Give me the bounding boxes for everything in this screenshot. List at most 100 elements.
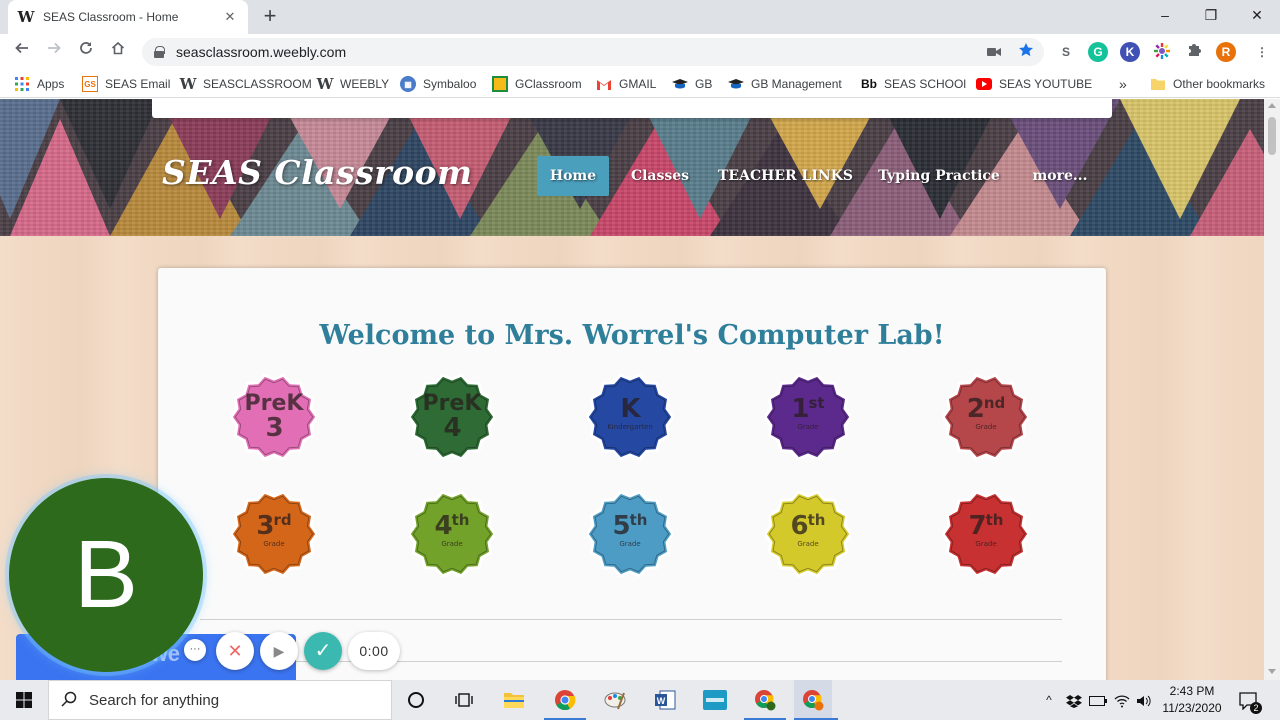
chrome-profile-b-icon[interactable] bbox=[751, 686, 779, 714]
chrome-profile-r-icon[interactable] bbox=[794, 680, 832, 720]
grade-label: 4th Grade bbox=[409, 513, 495, 548]
task-view-icon[interactable] bbox=[450, 686, 478, 714]
bookmark-gb-management[interactable]: GB Management bbox=[728, 76, 842, 92]
grade-suffix: th bbox=[629, 511, 648, 529]
bookmark-gclassroom[interactable]: GClassroom bbox=[492, 76, 582, 92]
chrome-menu-icon[interactable]: ⋮ bbox=[1252, 42, 1272, 62]
battery-icon[interactable] bbox=[1088, 680, 1108, 720]
scroll-up-icon[interactable] bbox=[1268, 103, 1276, 108]
bookmark-gmail[interactable]: GMAIL bbox=[596, 76, 656, 92]
bookmark-seas-youtube[interactable]: SEAS YOUTUBE bbox=[976, 76, 1092, 92]
url-text[interactable]: seasclassroom.weebly.com bbox=[176, 44, 1044, 60]
bookmark-symbaloo[interactable]: ▦ Symbaloo bbox=[400, 76, 476, 92]
profile-avatar[interactable]: R bbox=[1216, 42, 1236, 62]
grade-label: 1st Grade bbox=[765, 396, 851, 431]
nav-home[interactable]: Home bbox=[537, 156, 609, 196]
lock-icon[interactable] bbox=[154, 46, 165, 58]
grade-badge[interactable]: 3rd Grade bbox=[231, 491, 317, 577]
close-tab-icon[interactable]: ✕ bbox=[222, 9, 238, 25]
cancel-recording-button[interactable]: ✕ bbox=[216, 632, 254, 670]
svg-text:W: W bbox=[657, 696, 666, 706]
pause-recording-button[interactable]: ▶ bbox=[260, 632, 298, 670]
main-content-card: Welcome to Mrs. Worrel's Computer Lab! P… bbox=[158, 268, 1106, 680]
reload-icon[interactable] bbox=[74, 40, 98, 64]
grade-badge[interactable]: 7th Grade bbox=[943, 491, 1029, 577]
grade-label: K Kindergarten bbox=[587, 396, 673, 431]
rediker-icon[interactable] bbox=[701, 686, 729, 714]
webcam-avatar[interactable]: B bbox=[9, 478, 203, 672]
file-explorer-icon[interactable] bbox=[500, 686, 528, 714]
youtube-icon bbox=[976, 76, 992, 92]
start-button[interactable] bbox=[0, 680, 48, 720]
show-hidden-icons-icon[interactable]: ^ bbox=[1040, 680, 1058, 720]
page-scrollbar[interactable] bbox=[1264, 99, 1280, 680]
windows-taskbar: Search for anything W ^ 2:43 PM 11/23/20… bbox=[0, 680, 1280, 720]
grade-caption: Kindergarten bbox=[607, 423, 653, 431]
grade-suffix: th bbox=[451, 511, 470, 529]
bookmark-seas-email[interactable]: GS SEAS Email bbox=[82, 76, 170, 92]
more-options-button[interactable]: ··· bbox=[184, 639, 206, 661]
weebly-icon: W bbox=[316, 75, 334, 93]
close-window-button[interactable]: ✕ bbox=[1234, 0, 1280, 30]
bookmark-weebly[interactable]: W WEEBLY bbox=[316, 75, 390, 93]
browser-tab[interactable]: W SEAS Classroom - Home ✕ bbox=[8, 0, 248, 34]
other-bookmarks-folder[interactable]: Other bookmarks bbox=[1150, 76, 1265, 92]
grade-badge[interactable]: PreK 3 bbox=[231, 374, 317, 460]
finish-recording-button[interactable]: ✓ bbox=[304, 632, 342, 670]
paint-icon[interactable] bbox=[601, 686, 629, 714]
system-clock[interactable]: 2:43 PM 11/23/2020 bbox=[1150, 683, 1234, 717]
restore-button[interactable]: ❐ bbox=[1188, 0, 1234, 30]
wifi-icon[interactable] bbox=[1112, 680, 1132, 720]
grade-caption: Grade bbox=[263, 540, 285, 548]
bookmark-gb[interactable]: GB bbox=[672, 76, 712, 92]
notifications-icon[interactable] bbox=[1236, 680, 1262, 720]
grade-badge[interactable]: K Kindergarten bbox=[587, 374, 673, 460]
bookmark-star-icon[interactable] bbox=[1016, 42, 1036, 62]
scroll-down-icon[interactable] bbox=[1268, 669, 1276, 674]
new-tab-button[interactable]: + bbox=[258, 5, 282, 29]
taskbar-search[interactable]: Search for anything bbox=[48, 680, 392, 720]
chrome-icon[interactable] bbox=[551, 686, 579, 714]
grade-main: 6 bbox=[790, 511, 809, 541]
grade-label: 5th Grade bbox=[587, 513, 673, 548]
word-icon[interactable]: W bbox=[651, 686, 679, 714]
grade-number: 3 bbox=[265, 412, 283, 443]
back-icon[interactable] bbox=[10, 40, 34, 64]
colorful-extension-icon[interactable] bbox=[1152, 42, 1172, 62]
cortana-icon[interactable] bbox=[402, 686, 430, 714]
minimize-button[interactable]: – bbox=[1142, 0, 1188, 30]
grade-badge[interactable]: 5th Grade bbox=[587, 491, 673, 577]
extension-k-icon[interactable]: K bbox=[1120, 42, 1140, 62]
home-icon[interactable] bbox=[106, 40, 130, 64]
forward-icon[interactable] bbox=[42, 40, 66, 64]
grade-number: 4 bbox=[443, 412, 461, 443]
folder-icon bbox=[1150, 76, 1166, 92]
camera-icon[interactable] bbox=[984, 42, 1004, 62]
extension-s-icon[interactable]: S bbox=[1056, 42, 1076, 62]
grade-main: 3 bbox=[256, 511, 274, 541]
nav-more[interactable]: more... bbox=[1027, 156, 1093, 196]
bookmark-seasclassroom[interactable]: W SEASCLASSROOM bbox=[180, 75, 312, 93]
grade-caption: Grade bbox=[797, 540, 819, 548]
extensions-puzzle-icon[interactable] bbox=[1184, 42, 1204, 62]
grammarly-icon[interactable]: G bbox=[1088, 42, 1108, 62]
dropbox-icon[interactable] bbox=[1064, 680, 1084, 720]
nav-classes[interactable]: Classes bbox=[627, 156, 693, 196]
grade-badge[interactable]: 2nd Grade bbox=[943, 374, 1029, 460]
nav-teacher-links[interactable]: TEACHER LINKS bbox=[718, 156, 853, 196]
grade-main: 2 bbox=[966, 394, 985, 424]
grade-badge[interactable]: 6th Grade bbox=[765, 491, 851, 577]
welcome-heading: Welcome to Mrs. Worrel's Computer Lab! bbox=[319, 320, 945, 351]
grade-badge[interactable]: 4th Grade bbox=[409, 491, 495, 577]
address-bar[interactable]: seasclassroom.weebly.com bbox=[142, 38, 1044, 66]
grade-badge[interactable]: PreK 4 bbox=[409, 374, 495, 460]
search-placeholder: Search for anything bbox=[89, 691, 220, 709]
grade-badge[interactable]: 1st Grade bbox=[765, 374, 851, 460]
site-title[interactable]: SEAS Classroom bbox=[162, 153, 473, 192]
bookmark-seas-school[interactable]: Bb SEAS SCHOOl bbox=[861, 76, 966, 92]
bookmark-apps[interactable]: Apps bbox=[14, 76, 64, 92]
nav-typing-practice[interactable]: Typing Practice bbox=[875, 156, 1003, 196]
bookmarks-overflow-button[interactable]: » bbox=[1119, 76, 1127, 92]
grade-main: 4 bbox=[434, 511, 453, 541]
scrollbar-thumb[interactable] bbox=[1268, 117, 1276, 155]
